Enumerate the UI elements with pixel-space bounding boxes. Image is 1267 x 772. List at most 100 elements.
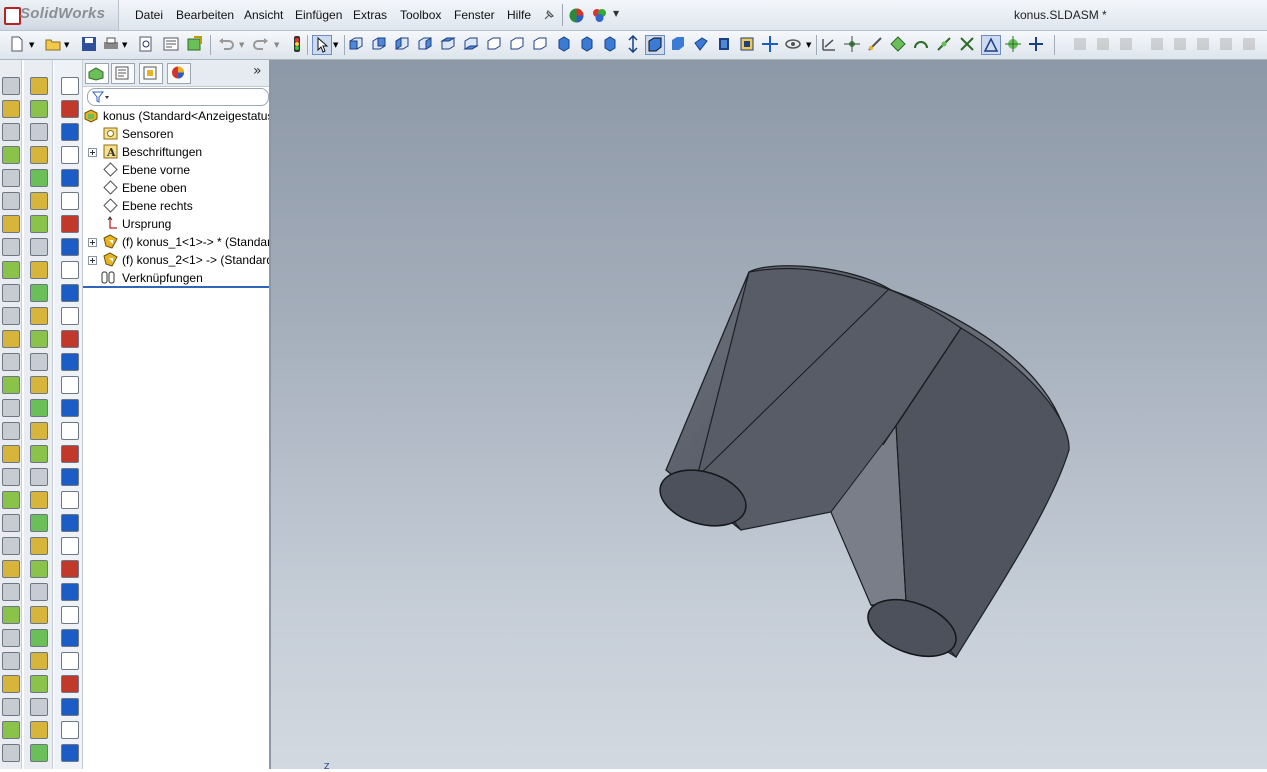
view-left-icon[interactable] [393,35,411,53]
toolbar-command-icon[interactable] [30,376,48,394]
chevron-down-icon[interactable]: ▼ [613,9,619,18]
toolbar-command-icon[interactable] [61,77,79,95]
toolbar-command-icon[interactable] [2,445,20,463]
print-icon[interactable] [102,35,120,53]
toolbar-command-icon[interactable] [61,192,79,210]
toolbar-command-icon[interactable] [2,330,20,348]
cone-assembly-model[interactable] [271,60,1267,769]
chevron-down-icon[interactable]: ▼ [122,41,127,49]
explode-view-icon[interactable] [935,35,953,53]
print-preview-icon[interactable] [137,35,155,53]
tree-item-ebene-rechts[interactable]: Ebene rechts [83,197,269,215]
move-component-icon[interactable] [889,35,907,53]
toolbar-command-icon[interactable] [61,652,79,670]
view-back-icon[interactable] [370,35,388,53]
tree-filter-input[interactable] [87,88,269,106]
smart-fasteners-icon[interactable] [1240,35,1258,53]
toolbar-command-icon[interactable] [2,560,20,578]
view-top-icon[interactable] [439,35,457,53]
toolbar-command-icon[interactable] [2,215,20,233]
tree-item-ebene-vorne[interactable]: Ebene vorne [83,161,269,179]
normal-to-icon[interactable] [555,35,573,53]
toolbar-command-icon[interactable] [30,353,48,371]
hide-show-icon[interactable] [1094,35,1112,53]
toolbar-command-icon[interactable] [61,330,79,348]
rebuild-icon[interactable] [186,35,204,53]
toolbar-command-icon[interactable] [30,560,48,578]
toolbar-command-icon[interactable] [30,606,48,624]
display-style-icon[interactable] [738,35,756,53]
toolbar-command-icon[interactable] [30,629,48,647]
toolbar-command-icon[interactable] [30,514,48,532]
toolbar-command-icon[interactable] [61,468,79,486]
expand-icon[interactable] [88,256,97,265]
tab-display-manager[interactable] [167,63,191,84]
toolbar-command-icon[interactable] [30,192,48,210]
tree-item-beschriftungen[interactable]: A Beschriftungen [83,143,269,161]
toolbar-command-icon[interactable] [61,744,79,762]
redo-icon[interactable] [252,35,270,53]
toolbar-command-icon[interactable] [30,721,48,739]
toolbar-command-icon[interactable] [30,123,48,141]
expand-panel-icon[interactable]: » [253,63,262,79]
tree-item-ursprung[interactable]: Ursprung [83,215,269,233]
toolbar-command-icon[interactable] [30,330,48,348]
chevron-down-icon[interactable]: ▼ [29,41,34,49]
insert-component-icon[interactable] [866,35,884,53]
tree-item-konus-2[interactable]: (f) konus_2<1> -> (Standard< [83,251,269,269]
toolbar-command-icon[interactable] [61,169,79,187]
view-bottom-icon[interactable] [462,35,480,53]
toolbar-command-icon[interactable] [30,261,48,279]
toolbar-command-icon[interactable] [61,675,79,693]
toolbar-command-icon[interactable] [2,169,20,187]
toolbar-command-icon[interactable] [2,514,20,532]
reference-geometry-icon[interactable] [1027,35,1045,53]
toolbar-command-icon[interactable] [2,698,20,716]
toolbar-command-icon[interactable] [61,422,79,440]
chevron-down-icon[interactable]: ▼ [806,41,811,49]
menu-bearbeiten[interactable]: Bearbeiten [176,8,234,22]
two-view-icon[interactable] [601,35,619,53]
assembly-feature-icon[interactable] [958,35,976,53]
appearance-ball-icon[interactable] [568,7,585,24]
toolbar-command-icon[interactable] [2,77,20,95]
toolbar-command-icon[interactable] [61,629,79,647]
toolbar-command-icon[interactable] [30,652,48,670]
toolbar-command-icon[interactable] [61,606,79,624]
toolbar-command-icon[interactable] [61,399,79,417]
menu-toolbox[interactable]: Toolbox [400,8,441,22]
tree-root[interactable]: konus (Standard<Anzeigestatus-1 [83,107,269,125]
open-folder-icon[interactable] [44,35,62,53]
hidden-lines-icon[interactable] [692,35,710,53]
toolbar-command-icon[interactable] [30,100,48,118]
toolbar-command-icon[interactable] [61,261,79,279]
properties-icon[interactable] [162,35,180,53]
toolbar-command-icon[interactable] [2,537,20,555]
menu-extras[interactable]: Extras [353,8,387,22]
hole-series-icon[interactable] [1171,35,1189,53]
weld-bead-icon[interactable] [1217,35,1235,53]
toolbar-command-icon[interactable] [30,744,48,762]
toolbar-command-icon[interactable] [2,629,20,647]
toolbar-command-icon[interactable] [30,537,48,555]
toolbar-command-icon[interactable] [30,445,48,463]
toolbar-command-icon[interactable] [61,445,79,463]
solidworks-logo[interactable]: SolidWorks [0,0,119,30]
view-front-icon[interactable] [347,35,365,53]
toolbar-command-icon[interactable] [2,606,20,624]
chevron-down-icon[interactable]: ▼ [239,41,244,49]
scenes-icon[interactable] [591,7,608,24]
toolbar-command-icon[interactable] [2,583,20,601]
expand-icon[interactable] [88,148,97,157]
toolbar-command-icon[interactable] [30,238,48,256]
toolbar-command-icon[interactable] [30,468,48,486]
menu-ansicht[interactable]: Ansicht [244,8,283,22]
toolbar-command-icon[interactable] [61,238,79,256]
toolbar-command-icon[interactable] [61,514,79,532]
toolbar-command-icon[interactable] [61,353,79,371]
view-right-icon[interactable] [416,35,434,53]
toolbar-command-icon[interactable] [61,146,79,164]
new-document-icon[interactable] [8,35,26,53]
graphics-viewport[interactable] [271,60,1267,769]
view-trimetric-icon[interactable] [508,35,526,53]
